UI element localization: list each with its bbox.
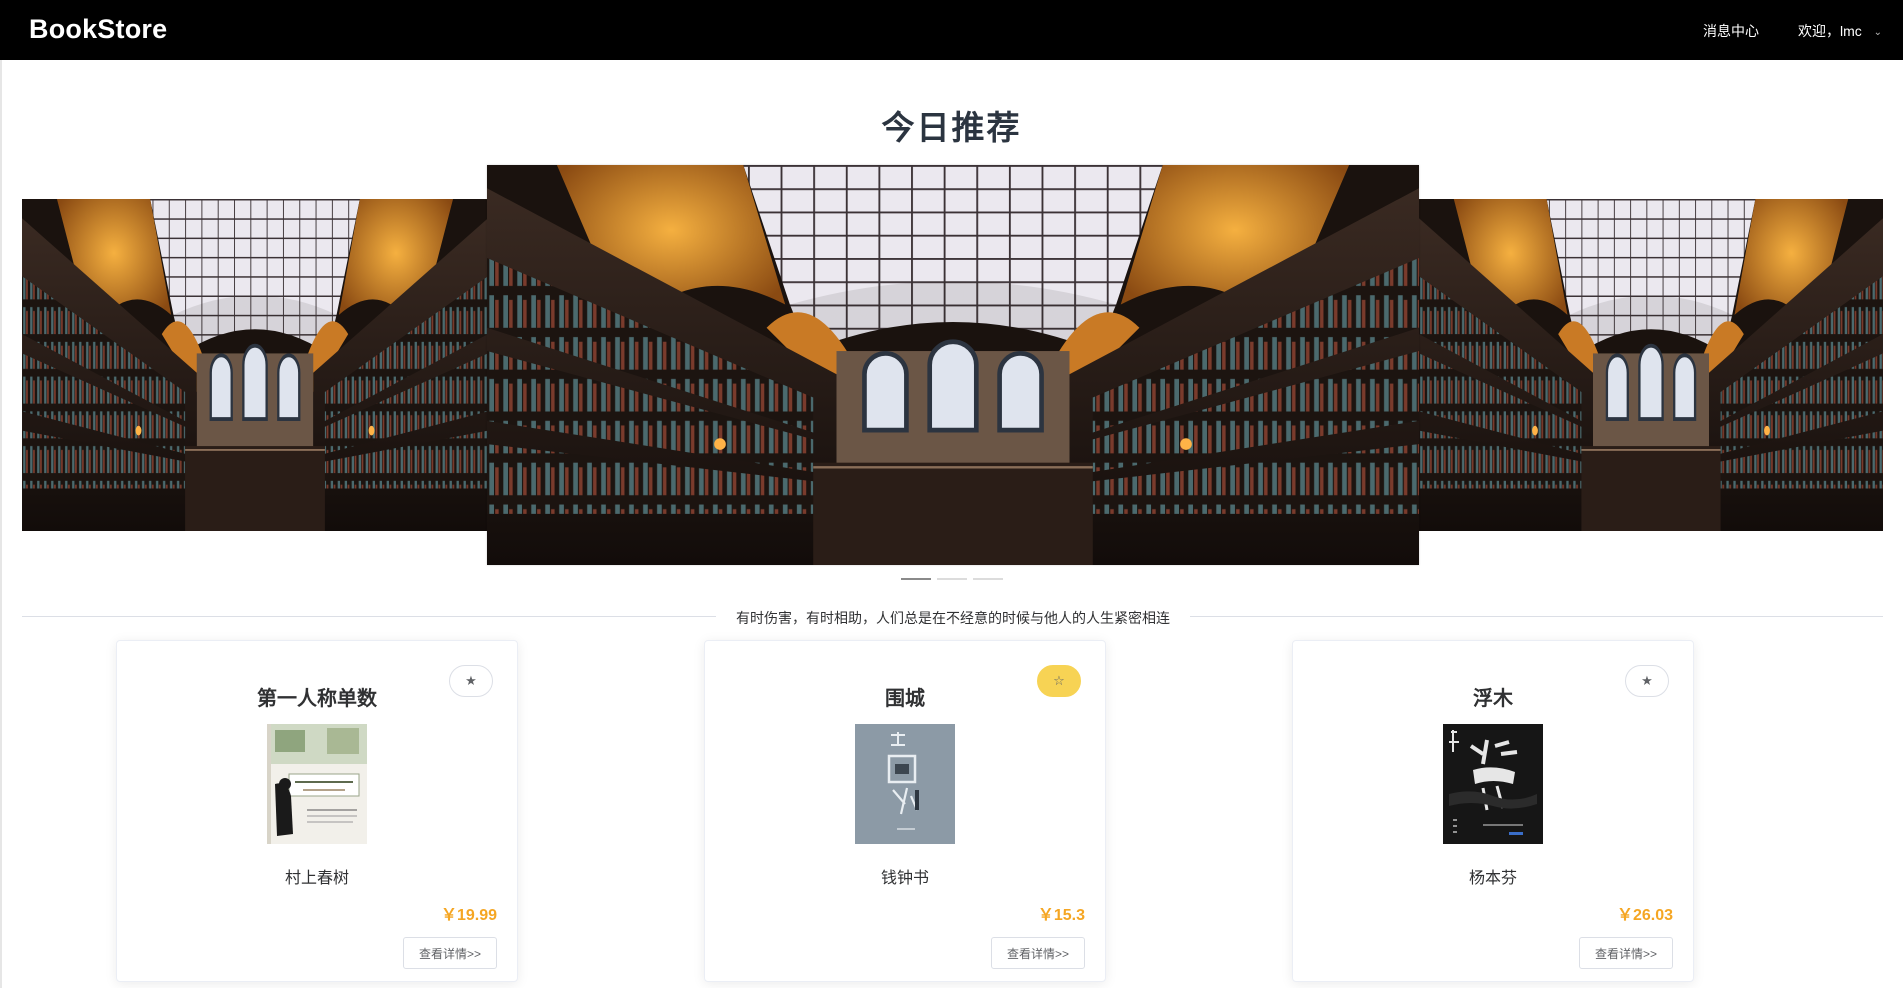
user-greeting: 欢迎，lmc	[1798, 23, 1862, 39]
section-title: 今日推荐	[881, 109, 1022, 146]
book-card: 围城 ☆ 钱钟书 ￥15.3 查看详情>>	[704, 640, 1106, 982]
quote-text: 有时伤害，有时相助，人们总是在不经意的时候与他人的人生紧密相连	[736, 610, 1170, 626]
top-navbar: BookStore 消息中心 欢迎，lmc ⌄	[0, 0, 1903, 60]
library-hall-image	[22, 199, 488, 531]
book-cover[interactable]	[1443, 724, 1543, 844]
divider-line	[22, 616, 716, 617]
book-price: ￥26.03	[1616, 907, 1673, 924]
book-cover[interactable]	[267, 724, 367, 844]
carousel-slide-next[interactable]	[1419, 199, 1883, 531]
book-price: ￥15.3	[1037, 907, 1085, 924]
divider-line	[1190, 616, 1883, 617]
library-hall-image	[487, 165, 1419, 565]
carousel-indicators	[0, 578, 1903, 580]
user-menu[interactable]: 欢迎，lmc ⌄	[1798, 21, 1882, 41]
book-card: 浮木 ★ 杨本芬 ￥26.03 查看详情>>	[1292, 640, 1694, 982]
book-author: 钱钟书	[880, 870, 929, 887]
book-author: 村上春树	[284, 870, 349, 887]
view-details-button[interactable]: 查看详情>>	[1579, 937, 1673, 969]
carousel-slide-prev[interactable]	[22, 199, 488, 531]
left-edge	[0, 60, 2, 988]
carousel-slide-active[interactable]	[487, 165, 1419, 565]
brand-logo[interactable]: BookStore	[29, 14, 167, 45]
carousel-indicator[interactable]	[900, 578, 931, 580]
carousel-indicator[interactable]	[936, 578, 967, 580]
library-hall-image	[1419, 199, 1883, 531]
chevron-down-icon: ⌄	[1873, 27, 1883, 38]
favorite-button[interactable]: ☆	[1037, 665, 1081, 697]
book-card: 第一人称单数 ★ 村上春树 ￥19.99 查看详情>>	[116, 640, 518, 982]
favorite-button[interactable]: ★	[1625, 665, 1669, 697]
star-icon: ★	[465, 673, 477, 688]
book-cover[interactable]	[855, 724, 955, 844]
star-icon: ★	[1641, 673, 1653, 688]
view-details-button[interactable]: 查看详情>>	[403, 937, 497, 969]
book-price: ￥19.99	[440, 907, 497, 924]
nav-message-center[interactable]: 消息中心	[1703, 21, 1759, 41]
view-details-button[interactable]: 查看详情>>	[991, 937, 1085, 969]
carousel-indicator[interactable]	[972, 578, 1003, 580]
book-author: 杨本芬	[1468, 870, 1517, 887]
favorite-button[interactable]: ★	[449, 665, 493, 697]
star-outline-icon: ☆	[1053, 673, 1065, 688]
